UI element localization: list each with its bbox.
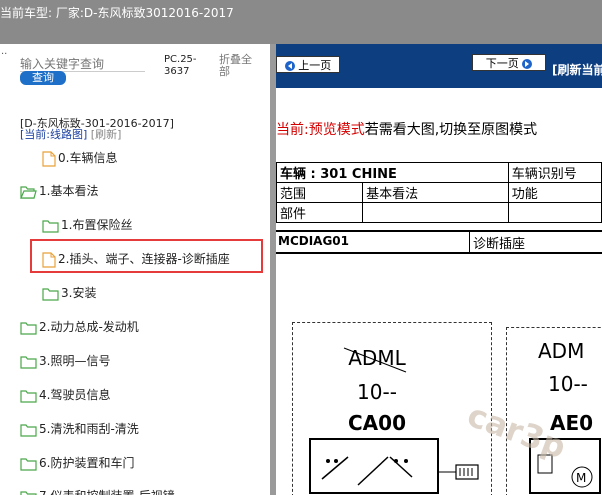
folder-icon xyxy=(20,389,37,403)
tree-item-label: 4.驾驶员信息 xyxy=(39,388,111,402)
tree-item[interactable]: 1.布置保险丝 xyxy=(42,215,132,235)
folder-icon xyxy=(42,219,59,233)
scope-label-cell: 范围 xyxy=(276,182,364,203)
page-nav-bar: 上一页 下一页 [刷新当前 xyxy=(276,44,602,88)
tree-item[interactable]: 7.仪表和控制装置-后视镜 xyxy=(20,486,175,495)
part-extra-cell xyxy=(507,202,602,223)
tree-item-label: 2.动力总成-发动机 xyxy=(39,320,139,334)
preview-mode-note: 当前:预览模式若需看大图,切换至原图模式 xyxy=(276,119,537,139)
current-prefix: [当前: xyxy=(20,128,50,141)
part-label-cell: 部件 xyxy=(276,202,364,223)
tree-item[interactable]: 4.驾驶员信息 xyxy=(20,385,110,405)
part-value-cell xyxy=(362,202,509,223)
folder-icon xyxy=(20,355,37,369)
tree-item[interactable]: 3.照明—信号 xyxy=(20,351,110,371)
folder-icon xyxy=(20,423,37,437)
vin-label-cell: 车辆识别号 xyxy=(507,162,602,183)
box1-label-2: 10-- xyxy=(357,380,397,404)
refresh-link[interactable]: [刷新] xyxy=(91,128,122,141)
tree-item-label: 7.仪表和控制装置-后视镜 xyxy=(39,489,175,495)
strike-icon xyxy=(343,347,407,373)
folder-icon xyxy=(20,457,37,471)
tree-item-label: 1.布置保险丝 xyxy=(61,218,133,232)
preview-hint: 若需看大图,切换至原图模式 xyxy=(364,122,538,138)
tree-item-label: 6.防护装置和车门 xyxy=(39,456,135,470)
current-location: [当前:线路图] [刷新] xyxy=(20,126,121,142)
preview-mode-link[interactable]: 预览模式 xyxy=(309,122,365,138)
search-input[interactable] xyxy=(20,57,145,72)
folder-icon xyxy=(20,490,37,495)
tree-item[interactable]: 3.安装 xyxy=(42,283,96,303)
file-icon xyxy=(42,251,56,268)
diagram-header-divider xyxy=(469,232,470,252)
box2-label-2: 10-- xyxy=(548,372,588,396)
fold-all-link[interactable]: 折叠全部 xyxy=(219,54,259,78)
search-button[interactable]: 查询 xyxy=(20,71,66,85)
diagram-header-row: MCDIAG01 诊断插座 xyxy=(276,230,602,254)
refresh-current-link[interactable]: [刷新当前 xyxy=(552,61,602,78)
left-panel: .. 查询 PC.25-3637 折叠全部 [D-东风标致-301-2016-2… xyxy=(0,44,270,495)
folder-open-icon xyxy=(20,185,37,199)
prev-page-label: 上一页 xyxy=(298,59,332,72)
tree-item[interactable]: 6.防护装置和车门 xyxy=(20,453,134,473)
next-page-button[interactable]: 下一页 xyxy=(472,54,546,71)
file-icon xyxy=(42,150,56,167)
scope-value-cell: 基本看法 xyxy=(362,182,509,203)
tree-item-label: 3.照明—信号 xyxy=(39,354,111,368)
panel-marker: .. xyxy=(1,46,8,57)
current-item-link[interactable]: 线路图 xyxy=(50,128,83,141)
arrow-right-icon xyxy=(522,59,533,69)
tree-item-label: 2.插头、端子、连接器-诊断插座 xyxy=(58,252,230,266)
next-page-label: 下一页 xyxy=(485,57,519,70)
function-label-cell: 功能 xyxy=(507,182,602,203)
tree-item-label: 0.车辆信息 xyxy=(58,151,118,165)
folder-icon xyxy=(42,287,59,301)
tree-item-label: 3.安装 xyxy=(61,286,97,300)
pc-code: PC.25-3637 xyxy=(164,54,197,77)
title-bar: 当前车型: 厂家:D-东风标致3012016-2017 xyxy=(0,0,602,44)
vehicle-info-table: 车辆 : 301 CHINE 车辆识别号 范围 基本看法 功能 部件 xyxy=(276,162,602,223)
tree-item[interactable]: 5.清洗和雨刮-清洗 xyxy=(20,419,139,439)
svg-text:M: M xyxy=(576,471,586,485)
tree-item[interactable]: 0.车辆信息 xyxy=(42,148,117,168)
tree-item[interactable]: 2.插头、端子、连接器-诊断插座 xyxy=(42,249,230,269)
tree-item-label: 1.基本看法 xyxy=(39,184,99,198)
tree-item-label: 5.清洗和雨刮-清洗 xyxy=(39,422,139,436)
preview-prefix: 当前: xyxy=(276,122,309,138)
tree-item[interactable]: 2.动力总成-发动机 xyxy=(20,317,139,337)
current-suffix: ] xyxy=(83,128,88,141)
tree-item[interactable]: 1.基本看法 xyxy=(20,181,98,201)
diagram-code: MCDIAG01 xyxy=(278,234,350,248)
diagram-name: 诊断插座 xyxy=(473,237,526,252)
folder-icon xyxy=(20,321,37,335)
box2-label-1: ADM xyxy=(538,339,585,363)
connector-diagram xyxy=(309,438,479,494)
box1-label-3: CA00 xyxy=(348,411,406,435)
prev-page-button[interactable]: 上一页 xyxy=(276,56,340,73)
right-panel: 上一页 下一页 [刷新当前 当前:预览模式若需看大图,切换至原图模式 车辆 : … xyxy=(276,44,602,495)
arrow-left-icon xyxy=(284,61,295,71)
vehicle-cell: 车辆 : 301 CHINE xyxy=(276,162,509,183)
current-model-title: 当前车型: 厂家:D-东风标致3012016-2017 xyxy=(0,6,234,20)
